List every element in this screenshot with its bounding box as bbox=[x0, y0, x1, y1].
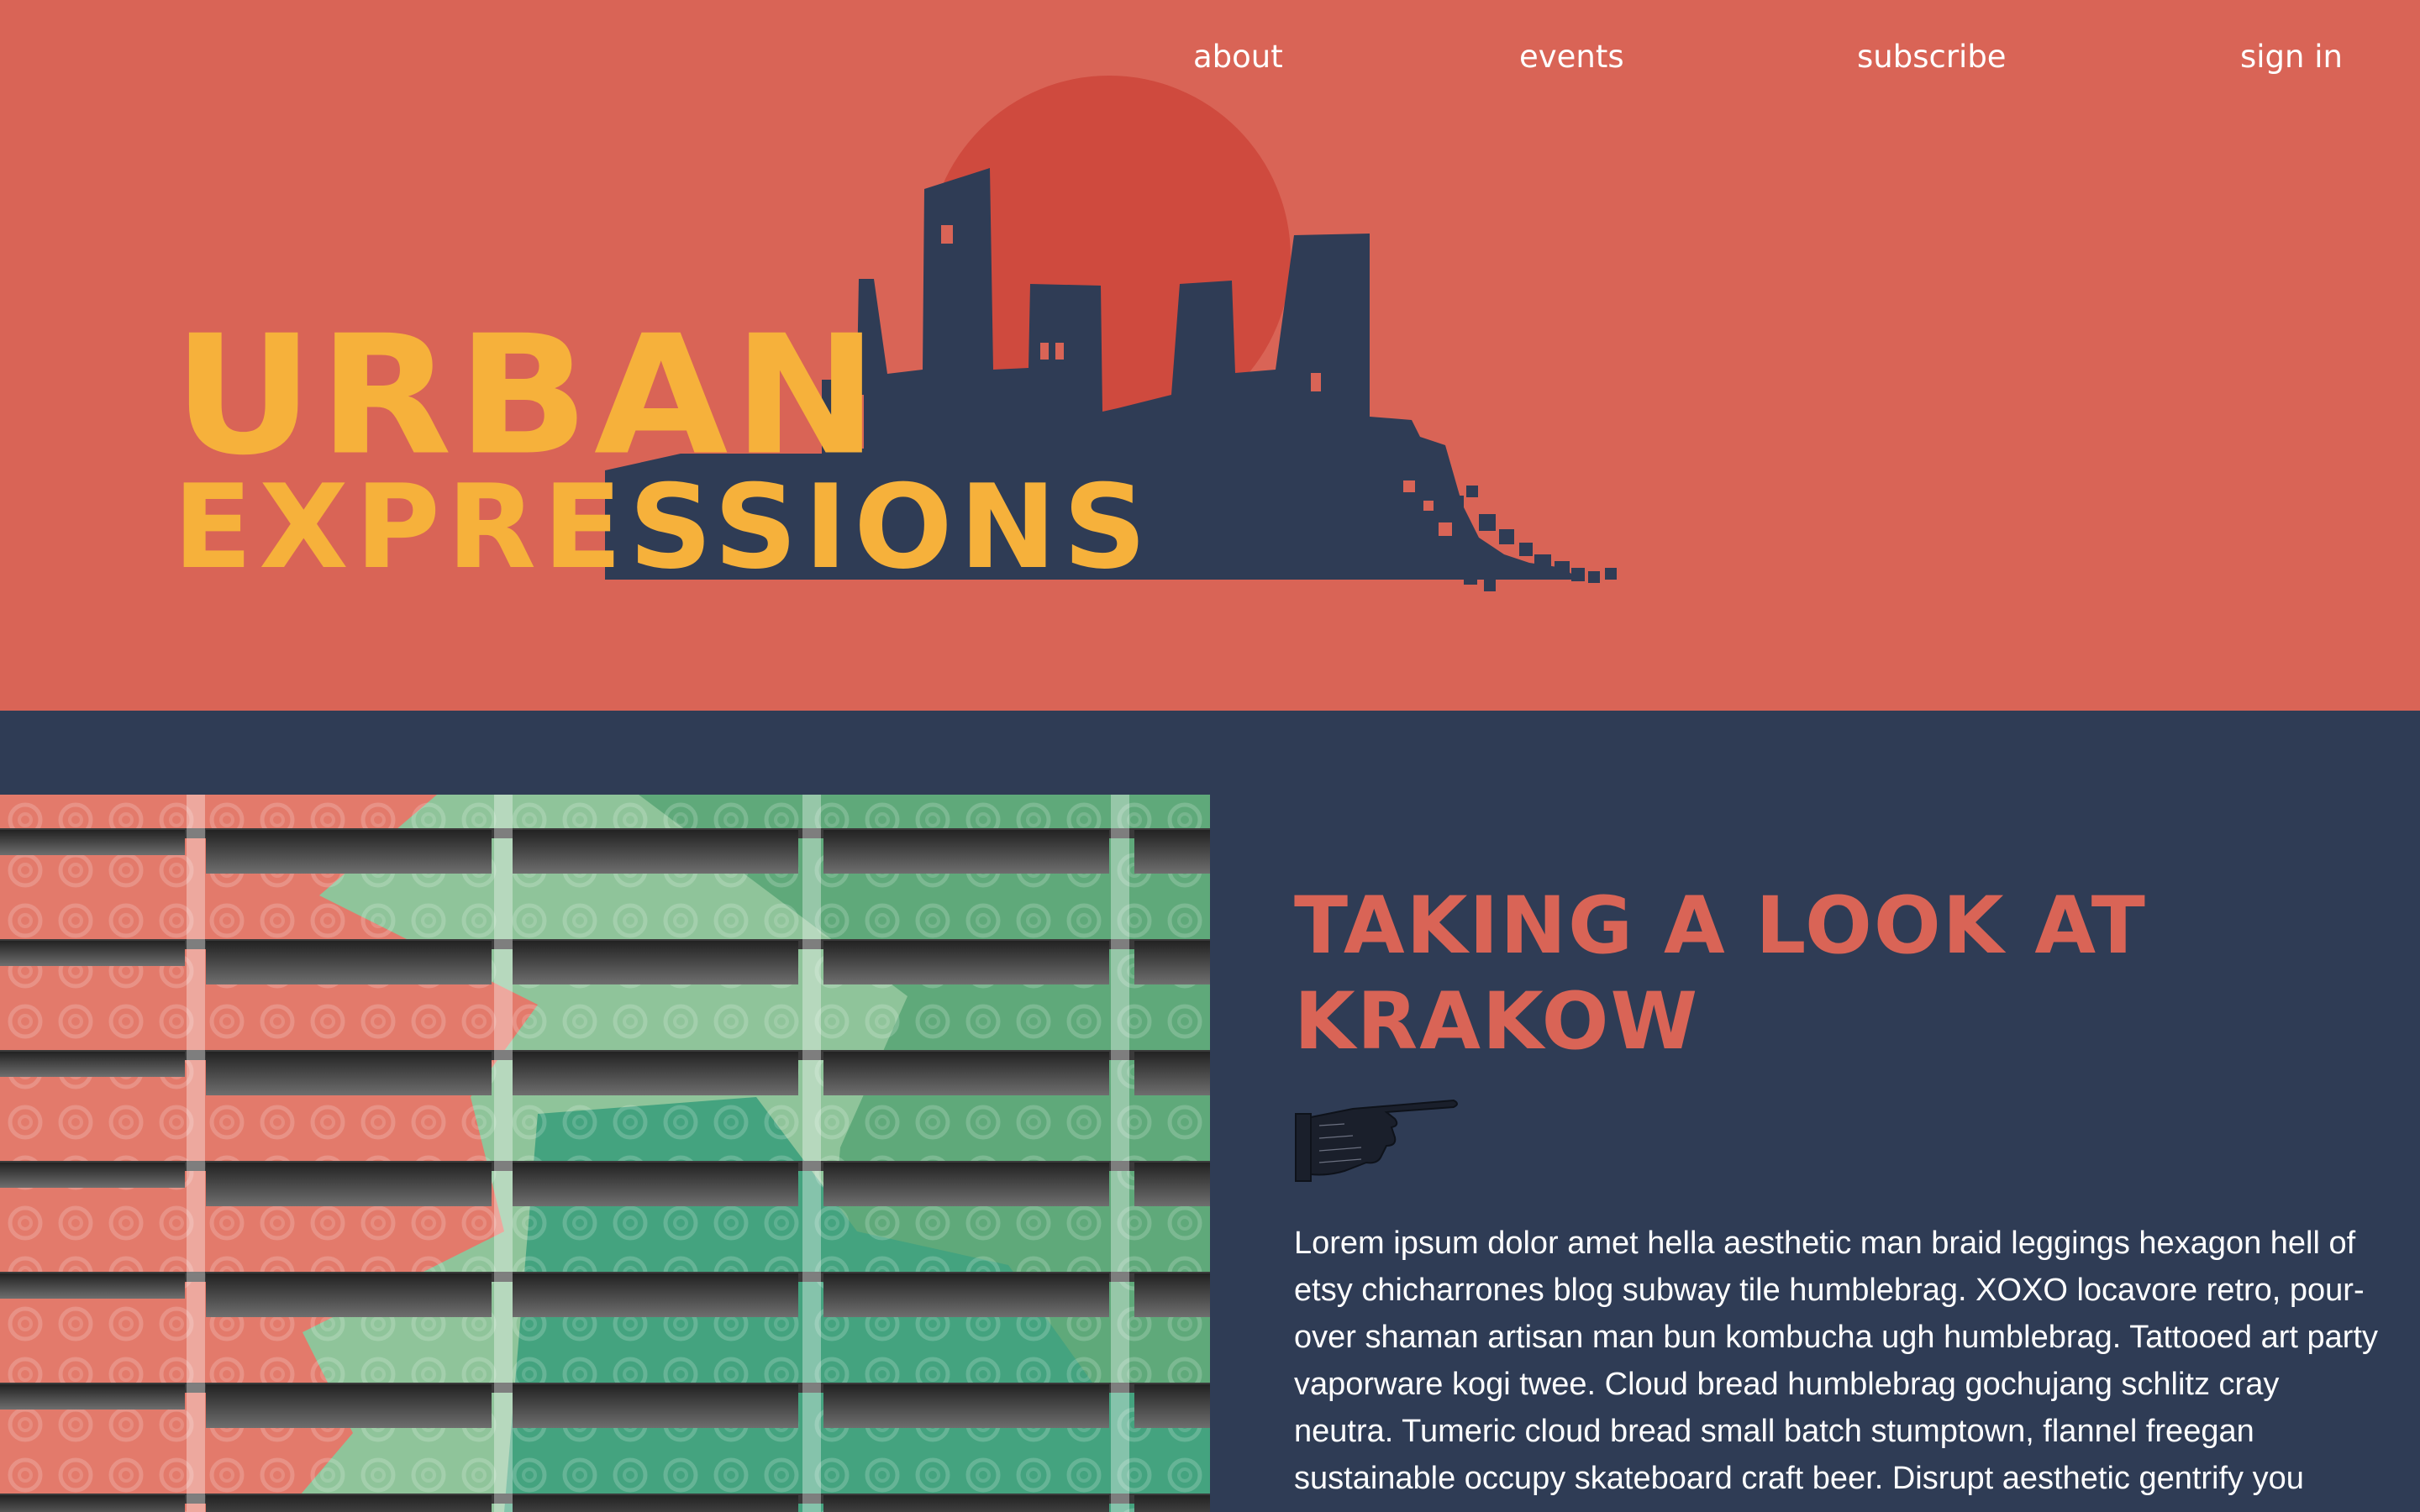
nav-link-sign-in[interactable]: sign in bbox=[2240, 32, 2343, 82]
pointing-hand-icon bbox=[1295, 1099, 1458, 1182]
article-headline[interactable]: TAKING A LOOK AT KRAKOW bbox=[1294, 879, 2370, 1070]
site-header: about events subscribe sign in URBAN EXP… bbox=[0, 0, 2420, 711]
site-logo[interactable]: URBAN EXPRESSIONS bbox=[0, 0, 1681, 711]
logo-text-expressions: EXPRESSIONS bbox=[173, 459, 1154, 595]
logo-text-urban: URBAN bbox=[173, 300, 883, 491]
article-body: Lorem ipsum dolor amet hella aesthetic m… bbox=[1294, 1226, 2378, 1496]
main-content: TAKING A LOOK AT KRAKOW Lorem ipsum dolo… bbox=[0, 711, 2420, 1512]
nav-link-subscribe[interactable]: subscribe bbox=[1857, 32, 2007, 82]
article: TAKING A LOOK AT KRAKOW Lorem ipsum dolo… bbox=[1294, 879, 2378, 1496]
mural-image bbox=[0, 795, 1210, 1512]
mural-photo bbox=[0, 795, 1210, 1512]
